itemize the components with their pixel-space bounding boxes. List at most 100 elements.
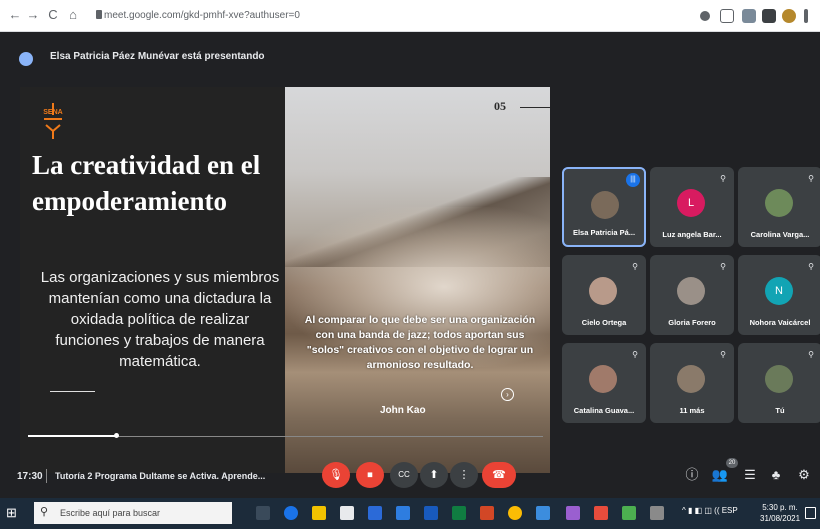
mail-icon[interactable] <box>396 506 410 520</box>
file-explorer-icon[interactable] <box>312 506 326 520</box>
mic-muted-icon: ⚲ <box>632 262 638 271</box>
app-icon-6[interactable] <box>650 506 664 520</box>
menu-icon[interactable] <box>804 9 808 23</box>
notifications-icon[interactable] <box>805 507 816 519</box>
mic-button[interactable]: 🎙 <box>322 462 350 488</box>
participant-avatar: N <box>765 277 793 305</box>
reload-button[interactable]: C <box>46 8 60 22</box>
cast-icon[interactable] <box>700 11 710 21</box>
mic-muted-icon: ⚲ <box>720 350 726 359</box>
next-slide-icon[interactable]: › <box>501 388 514 401</box>
search-icon: ⚲ <box>40 506 49 518</box>
mic-muted-icon: ⚲ <box>720 174 726 183</box>
end-call-button[interactable]: ☎ <box>482 462 516 488</box>
slide-quote-author: John Kao <box>380 405 426 416</box>
system-tray[interactable]: ^ ▮ ◧ ◫ (( ESP <box>682 506 738 515</box>
participant-name: Gloria Forero <box>668 318 716 327</box>
participant-avatar <box>589 277 617 305</box>
mic-muted-icon: ⚲ <box>808 262 814 271</box>
browser-toolbar: ← → C ⌂ meet.google.com/gkd-pmhf-xve?aut… <box>0 0 820 32</box>
participant-avatar <box>591 191 619 219</box>
taskbar-clock-date[interactable]: 31/08/2021 <box>760 514 800 523</box>
participant-name: Luz angela Bar... <box>662 230 722 239</box>
participant-name: Cielo Ortega <box>581 318 627 327</box>
sena-logo: SENA <box>43 103 63 139</box>
speaking-indicator-icon: ||| <box>626 173 640 187</box>
excel-icon[interactable] <box>452 506 466 520</box>
slide-body-line <box>50 391 95 392</box>
profile-avatar[interactable] <box>782 9 796 23</box>
back-button[interactable]: ← <box>8 8 22 22</box>
participant-tile[interactable]: N ⚲ Nohora Vaicárcel <box>738 255 820 335</box>
star-icon[interactable] <box>720 9 734 23</box>
chat-icon[interactable]: ☰ <box>740 465 760 485</box>
participant-tile[interactable]: ⚲ Carolina Varga... <box>738 167 820 247</box>
slide-body: Las organizaciones y sus miembros manten… <box>40 269 280 370</box>
participant-name: Nohora Vaicárcel <box>749 318 811 327</box>
mic-muted-icon: ⚲ <box>808 350 814 359</box>
participant-tile[interactable]: ⚲ Catalina Guava... <box>562 343 646 423</box>
slide-quote: Al comparar lo que debe ser una organiza… <box>304 314 536 371</box>
meeting-clock: 17:30 <box>17 471 43 482</box>
taskbar-clock-time[interactable]: 5:30 p. m. <box>760 503 800 512</box>
app-icon-2[interactable] <box>536 506 550 520</box>
participant-tile[interactable]: ⚲ 11 más <box>650 343 734 423</box>
participant-tile[interactable]: ⚲ Gloria Forero <box>650 255 734 335</box>
participant-avatar: L <box>677 189 705 217</box>
participant-avatar <box>765 365 793 393</box>
sena-logo-text: SENA <box>43 109 62 116</box>
extension-icon[interactable] <box>742 9 756 23</box>
present-button[interactable]: ⬆ <box>420 462 448 488</box>
participant-name: 11 más <box>679 406 705 415</box>
slide-progress-handle[interactable] <box>113 433 119 438</box>
meeting-title: Tutoría 2 Programa Dultame se Activa. Ap… <box>55 471 266 481</box>
forward-button[interactable]: → <box>26 8 40 22</box>
divider <box>46 469 47 483</box>
word-icon[interactable] <box>424 506 438 520</box>
mic-muted-icon: ⚲ <box>720 262 726 271</box>
captions-button[interactable]: CC <box>390 462 418 488</box>
camera-button[interactable]: ⏹ <box>356 462 384 488</box>
participant-avatar <box>589 365 617 393</box>
participant-tile[interactable]: L ⚲ Luz angela Bar... <box>650 167 734 247</box>
activities-icon[interactable]: ♣ <box>766 465 786 485</box>
participant-name: Catalina Guava... <box>573 406 635 415</box>
lock-icon <box>96 10 102 19</box>
home-button[interactable]: ⌂ <box>66 8 80 22</box>
app-icon-5[interactable] <box>622 506 636 520</box>
presenter-banner: Elsa Patricia Páez Munévar está presenta… <box>50 51 265 62</box>
mic-muted-icon: ⚲ <box>632 350 638 359</box>
people-icon[interactable]: 👥 <box>710 465 730 485</box>
more-options-button[interactable]: ⋮ <box>450 462 478 488</box>
safety-icon[interactable]: ⚙ <box>794 465 814 485</box>
participant-tile[interactable]: ||| Elsa Patricia Pá... <box>562 167 646 247</box>
store-icon[interactable] <box>340 506 354 520</box>
edge-icon[interactable] <box>284 506 298 520</box>
people-count-badge: 20 <box>726 458 738 468</box>
powerpoint-icon[interactable] <box>480 506 494 520</box>
windows-taskbar: ⊞ ⚲ Escribe aquí para buscar ^ ▮ ◧ ◫ (( … <box>0 498 820 529</box>
app-icon-3[interactable] <box>566 506 580 520</box>
windows-start-icon[interactable]: ⊞ <box>6 506 20 520</box>
participant-tile[interactable]: ⚲ Tú <box>738 343 820 423</box>
chrome-icon[interactable] <box>508 506 522 520</box>
info-icon[interactable]: ⓘ <box>682 465 702 485</box>
meet-window: Elsa Patricia Páez Munévar está presenta… <box>0 32 820 498</box>
slide-title: La creatividad en el empoderamiento <box>32 150 261 216</box>
app-icon-4[interactable] <box>594 506 608 520</box>
participant-name: Tú <box>775 406 785 415</box>
slide-number-line <box>520 107 550 108</box>
presentation-slide: SENA 05 La creatividad en el empoderamie… <box>20 87 550 473</box>
slide-progress-fill <box>28 435 116 437</box>
task-view-icon[interactable] <box>256 506 270 520</box>
taskbar-search-placeholder: Escribe aquí para buscar <box>60 508 161 518</box>
participant-avatar <box>677 277 705 305</box>
participant-tile[interactable]: ⚲ Cielo Ortega <box>562 255 646 335</box>
participant-name: Carolina Varga... <box>750 230 810 239</box>
participant-avatar <box>677 365 705 393</box>
participant-avatar <box>765 189 793 217</box>
puzzle-icon[interactable] <box>762 9 776 23</box>
mic-muted-icon: ⚲ <box>808 174 814 183</box>
app-icon-1[interactable] <box>368 506 382 520</box>
address-bar[interactable]: meet.google.com/gkd-pmhf-xve?authuser=0 <box>104 6 544 26</box>
